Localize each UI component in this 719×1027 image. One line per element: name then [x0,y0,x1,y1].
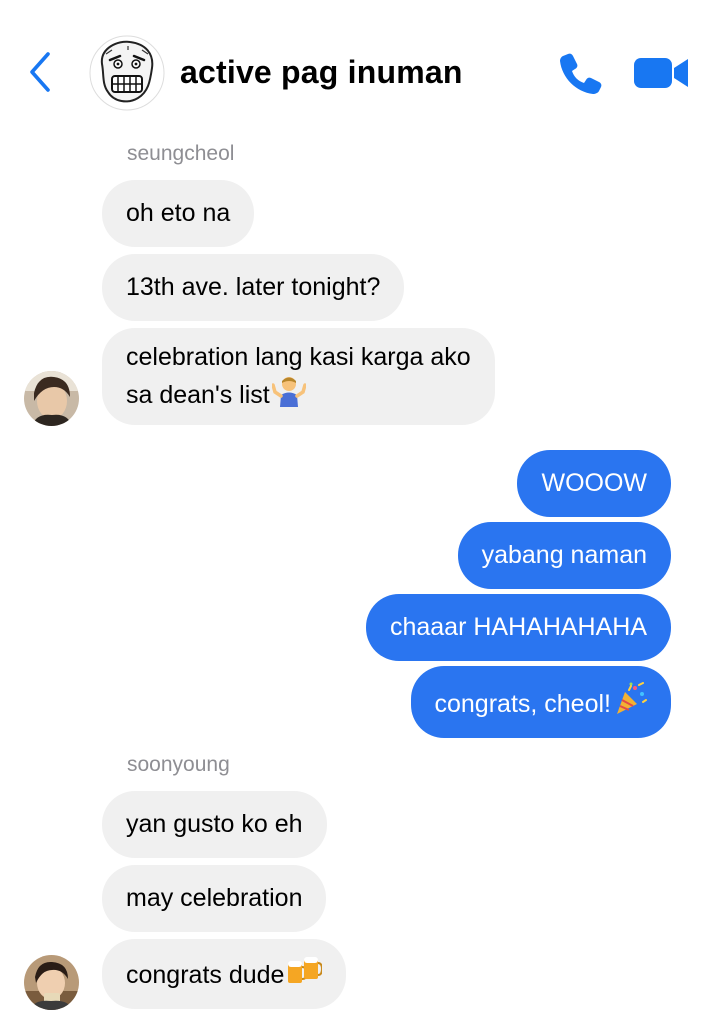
sender-name: soonyoung [127,753,230,776]
incoming-message[interactable]: may celebration [102,865,327,932]
party-popper-emoji [617,682,647,714]
outgoing-message[interactable]: chaaar HAHAHAHAHA [365,594,671,661]
video-camera-icon[interactable] [632,54,690,92]
message-text-line: celebration lang kasi karga ako [126,343,471,371]
incoming-message[interactable]: oh eto na [102,180,255,247]
sender-name: seungcheol [127,142,235,165]
incoming-message[interactable]: congrats dude [102,939,347,1009]
avatar-photo [24,371,79,426]
avatar-soonyoung[interactable] [24,955,79,1010]
phone-icon[interactable] [558,50,604,96]
chat-title: active pag inuman [180,54,463,90]
incoming-message[interactable]: yan gusto ko eh [102,791,327,858]
message-text: congrats, cheol! [434,690,612,718]
avatar-photo [24,955,79,1010]
rage-face-icon [89,35,165,111]
chevron-left-icon[interactable] [26,50,56,94]
message-text: congrats dude [126,961,285,989]
beer-mugs-emoji [288,957,323,983]
group-avatar[interactable] [88,34,166,112]
outgoing-message[interactable]: yabang naman [457,522,671,589]
message-text: yabang naman [481,541,647,569]
incoming-message[interactable]: 13th ave. later tonight? [102,254,405,321]
message-text: yan gusto ko eh [126,810,303,838]
message-text: oh eto na [126,199,231,227]
avatar-seungcheol[interactable] [24,371,79,426]
incoming-message[interactable]: celebration lang kasi karga ako sa dean'… [102,328,495,425]
message-text: 13th ave. later tonight? [126,273,381,301]
outgoing-message[interactable]: WOOOW [517,450,671,517]
person-shrugging-emoji [271,377,306,407]
message-text: WOOOW [541,469,647,497]
message-text-line: sa dean's list [126,381,270,409]
chat-header: active pag inuman [0,0,719,130]
outgoing-message[interactable]: congrats, cheol! [410,666,671,738]
message-text: may celebration [126,884,303,912]
message-text: chaaar HAHAHAHAHA [389,613,647,641]
